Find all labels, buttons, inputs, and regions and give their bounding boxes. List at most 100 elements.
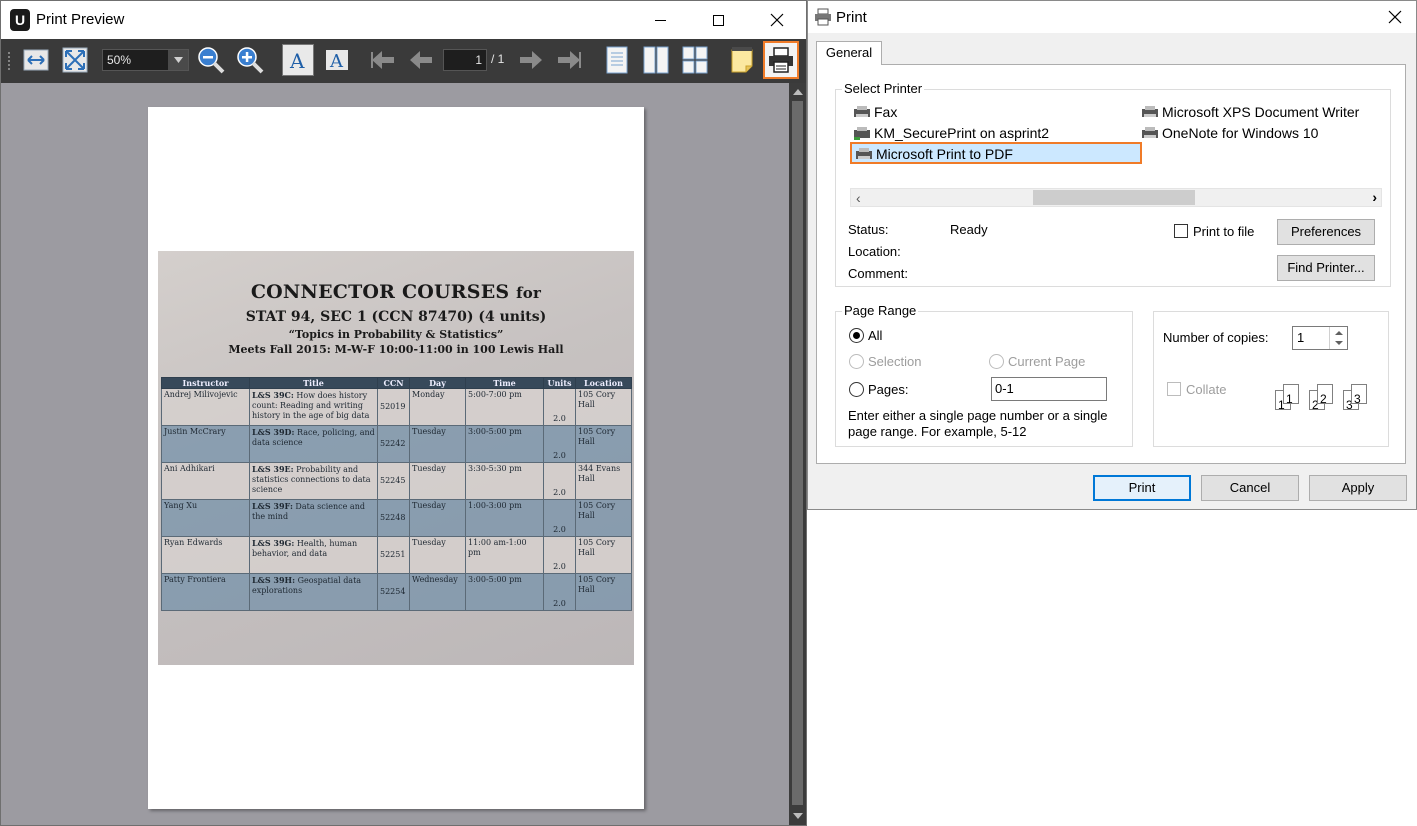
copies-value: 1 — [1297, 330, 1305, 345]
fit-width-button[interactable] — [20, 44, 52, 76]
dialog-close-button[interactable] — [1380, 3, 1410, 31]
printer-item-fax[interactable]: Fax — [850, 102, 897, 122]
zoom-out-button[interactable] — [195, 44, 227, 76]
print-to-file-checkbox[interactable] — [1174, 224, 1188, 238]
printer-item-km-secureprint[interactable]: KM_SecurePrint on asprint2 — [850, 123, 1049, 143]
document-topic-line: “Topics in Probability & Statistics” — [288, 328, 504, 341]
scrollbar-thumb[interactable] — [1033, 190, 1195, 205]
text-mode-button[interactable]: A — [282, 44, 314, 76]
svg-text:A: A — [289, 49, 305, 72]
chevron-right-icon[interactable]: › — [1372, 189, 1377, 205]
single-page-icon — [606, 46, 628, 74]
printer-item-microsoft-print-to-pdf[interactable]: Microsoft Print to PDF — [850, 142, 1142, 164]
find-printer-button[interactable]: Find Printer... — [1277, 255, 1375, 281]
text-alt-button[interactable]: A — [321, 44, 353, 76]
table-row: Andrej Milivojevic L&S 39C: How does his… — [161, 388, 632, 426]
vertical-scrollbar[interactable] — [789, 83, 806, 825]
printer-list-hscrollbar[interactable]: ‹ › — [850, 188, 1382, 207]
close-icon — [1388, 10, 1402, 24]
page-setup-icon — [731, 47, 753, 73]
time-cell: 3:30-5:30 pm — [465, 462, 544, 500]
scroll-up-icon[interactable] — [793, 89, 803, 95]
pages-input[interactable]: 0-1 — [991, 377, 1107, 401]
printer-item-microsoft-xps[interactable]: Microsoft XPS Document Writer — [1138, 102, 1359, 122]
course-code: L&S 39F: — [252, 501, 293, 511]
page-number-input[interactable]: 1 — [443, 49, 487, 71]
stepper-down-icon[interactable] — [1335, 341, 1343, 345]
ccn-cell: 52019 — [377, 388, 410, 426]
arrow-right-icon — [520, 51, 542, 69]
units-cell: 2.0 — [543, 462, 576, 500]
dialog-print-button[interactable]: Print — [1093, 475, 1191, 501]
status-label: Status: — [848, 222, 889, 237]
next-page-button[interactable] — [515, 44, 547, 76]
printer-label: Microsoft XPS Document Writer — [1162, 104, 1360, 120]
copies-stepper[interactable]: 1 — [1292, 326, 1348, 350]
stepper-up-icon[interactable] — [1335, 331, 1343, 335]
minimize-icon — [654, 19, 666, 21]
close-button[interactable] — [748, 1, 806, 39]
course-table: Instructor Title CCN Day Time Units Loca… — [161, 377, 632, 611]
previous-page-button[interactable] — [405, 44, 437, 76]
minimize-button[interactable] — [631, 1, 689, 39]
chevron-left-icon[interactable]: ‹ — [856, 190, 861, 206]
maximize-button[interactable] — [689, 1, 747, 39]
printer-label: OneNote for Windows 10 — [1162, 125, 1319, 141]
toolbar-grip[interactable] — [7, 51, 11, 71]
page-total: / 1 — [491, 52, 505, 66]
collate-page: 2 — [1317, 384, 1333, 406]
collate-label: Collate — [1186, 382, 1227, 397]
zoom-select[interactable]: 50% — [102, 49, 189, 71]
select-printer-label: Select Printer — [842, 81, 925, 96]
pages-radio[interactable] — [849, 382, 864, 397]
single-page-view-button[interactable] — [601, 44, 633, 76]
font-outline-icon: A — [326, 50, 348, 72]
scanned-document-image: CONNECTOR COURSES for STAT 94, SEC 1 (CC… — [158, 251, 634, 665]
course-code: L&S 39E: — [252, 464, 294, 474]
last-page-button[interactable] — [553, 44, 585, 76]
location-label: Location: — [848, 244, 901, 259]
title-cell: L&S 39D: Race, policing, and data scienc… — [249, 425, 378, 463]
ccn-cell: 52245 — [377, 462, 410, 500]
four-page-view-button[interactable] — [679, 44, 711, 76]
printer-icon — [815, 8, 831, 26]
units-cell: 2.0 — [543, 388, 576, 426]
scroll-down-icon[interactable] — [793, 813, 803, 819]
arrow-left-icon — [410, 51, 432, 69]
first-page-button[interactable] — [367, 44, 399, 76]
printer-item-onenote[interactable]: OneNote for Windows 10 — [1138, 123, 1318, 143]
page-setup-button[interactable] — [726, 44, 758, 76]
dialog-cancel-button[interactable]: Cancel — [1201, 475, 1299, 501]
preferences-button[interactable]: Preferences — [1277, 219, 1375, 245]
stepper-arrows[interactable] — [1329, 327, 1347, 349]
course-code: L&S 39C: — [252, 390, 294, 400]
current-page-label: Current Page — [1008, 354, 1086, 369]
column-header: CCN — [377, 377, 410, 389]
title-cell: L&S 39G: Health, human behavior, and dat… — [249, 536, 378, 574]
scrollbar-thumb[interactable] — [792, 101, 803, 805]
dialog-apply-button[interactable]: Apply — [1309, 475, 1407, 501]
time-cell: 3:00-5:00 pm — [465, 425, 544, 463]
ccn-cell: 52242 — [377, 425, 410, 463]
zoom-in-button[interactable] — [234, 44, 266, 76]
window-title: Print Preview — [36, 11, 125, 28]
heading-main: CONNECTOR COURSES — [250, 281, 510, 303]
instructor-cell: Andrej Milivojevic — [161, 388, 250, 426]
print-button[interactable] — [763, 41, 799, 79]
collate-checkbox[interactable] — [1167, 382, 1181, 396]
printer-icon — [854, 106, 870, 117]
fit-page-button[interactable] — [59, 44, 91, 76]
tab-general[interactable]: General — [816, 41, 882, 65]
zoom-value: 50% — [107, 53, 132, 67]
four-page-icon — [682, 46, 708, 74]
course-code: L&S 39D: — [252, 427, 295, 437]
preview-toolbar: 50% A A 1 / 1 — [1, 39, 806, 83]
selection-radio[interactable] — [849, 354, 864, 369]
two-page-view-button[interactable] — [640, 44, 672, 76]
zoom-in-icon — [237, 47, 264, 74]
all-radio[interactable] — [849, 328, 864, 343]
close-icon — [770, 13, 784, 27]
column-header: Day — [409, 377, 466, 389]
zoom-dropdown-arrow[interactable] — [168, 50, 188, 70]
current-page-radio[interactable] — [989, 354, 1004, 369]
